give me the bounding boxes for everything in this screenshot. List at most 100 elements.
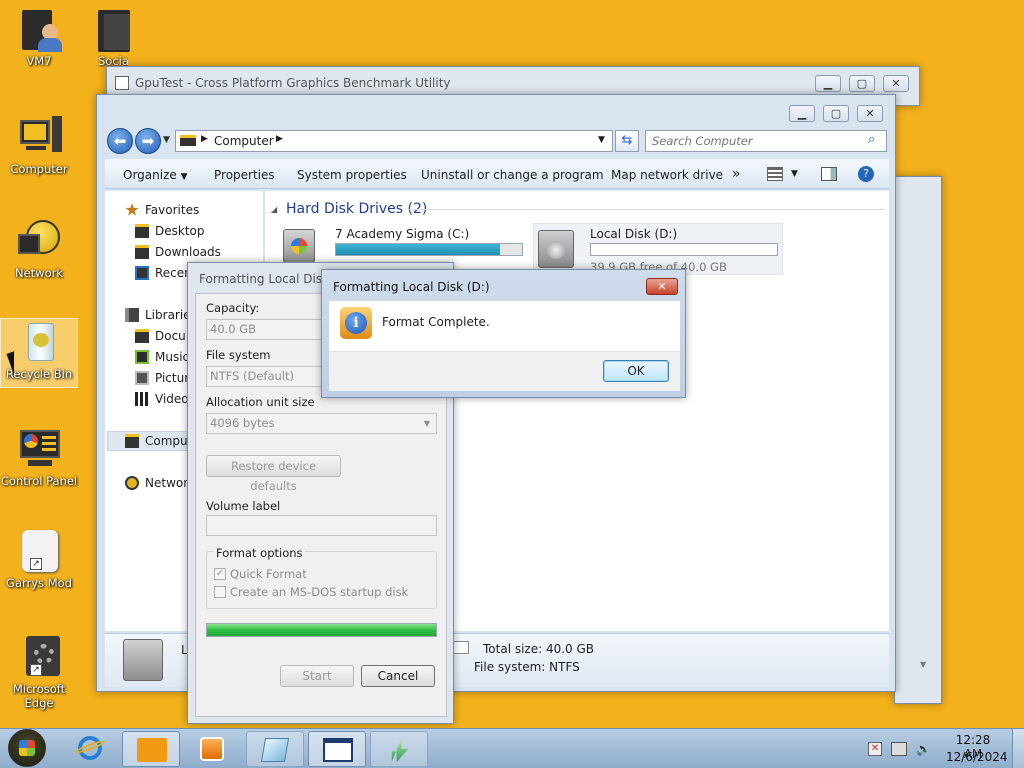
minimize-button[interactable]: ▁ (815, 75, 841, 92)
uninstall-button[interactable]: Uninstall or change a program (421, 168, 604, 182)
nav-videos[interactable]: Videos (135, 391, 195, 407)
taskbar-window[interactable] (308, 731, 366, 767)
taskbar-media-player[interactable] (184, 731, 242, 767)
breadcrumb[interactable]: Computer (214, 134, 274, 148)
view-options-icon[interactable] (767, 167, 783, 181)
maximize-button[interactable]: ▢ (849, 75, 875, 92)
organize-menu[interactable]: Organize ▼ (123, 168, 188, 182)
taskbar-gputest[interactable] (370, 731, 428, 767)
nav-recent[interactable]: Recen (135, 265, 192, 281)
message-text: Format Complete. (382, 315, 490, 329)
desktop-icon-computer[interactable]: Computer (0, 114, 78, 176)
close-button[interactable]: ✕ (646, 278, 678, 295)
libraries-icon (125, 308, 139, 322)
address-dropdown-icon[interactable]: ▼ (598, 135, 605, 145)
hard-drive-icon (538, 230, 574, 268)
ok-button[interactable]: OK (603, 360, 669, 382)
garrys-mod-icon: ↗ (16, 528, 62, 574)
nav-label: Favorites (145, 203, 200, 217)
nav-downloads[interactable]: Downloads (135, 244, 221, 260)
help-icon[interactable]: ? (858, 166, 874, 182)
nav-music[interactable]: Music (135, 349, 189, 365)
nav-documents[interactable]: Docu (135, 328, 186, 344)
more-commands-button[interactable]: » (732, 166, 741, 182)
chevron-down-icon[interactable]: ▼ (791, 169, 798, 179)
folder-icon (90, 6, 136, 52)
search-box[interactable]: ⌕ (645, 130, 887, 152)
allocation-select[interactable]: 4096 bytes ▼ (206, 413, 437, 434)
back-button[interactable]: ⬅ (107, 128, 133, 154)
desktop-folder-icon (135, 224, 149, 238)
scrollbar-arrow-icon[interactable]: ▼ (920, 660, 926, 669)
quick-format-label: Quick Format (230, 567, 307, 581)
details-drive-icon (123, 639, 163, 681)
format-options-label: Format options (214, 546, 305, 560)
taskbar-notepad[interactable] (246, 731, 304, 767)
maximize-button[interactable]: ▢ (823, 105, 849, 122)
nav-favorites[interactable]: Favorites (125, 202, 199, 218)
recent-pages-chevron-icon[interactable]: ▼ (163, 135, 170, 145)
desktop-icon-label: VM7 (26, 54, 52, 68)
section-divider (409, 209, 885, 210)
start-button[interactable]: Start (280, 665, 354, 687)
info-icon: i (340, 307, 372, 339)
nav-computer[interactable]: Comput (125, 433, 192, 449)
close-button[interactable]: ✕ (883, 75, 909, 92)
properties-button[interactable]: Properties (214, 168, 275, 182)
nav-network[interactable]: Network (125, 475, 195, 491)
computer-small-icon (180, 135, 196, 146)
desktop-icon-social-media[interactable]: Social Media (78, 6, 148, 68)
desktop-icon-label: Control Panel (0, 474, 78, 488)
app-icon (115, 76, 129, 90)
computer-icon (16, 114, 62, 160)
network-status-icon[interactable] (891, 742, 907, 756)
quick-format-checkbox[interactable]: ✓ (214, 568, 226, 580)
gputest-icon (391, 738, 409, 762)
details-space-bar (453, 641, 469, 654)
breadcrumb-separator-icon: ▶ (201, 134, 208, 144)
format-complete-dialog[interactable]: Formatting Local Disk (D:) ✕ i Format Co… (321, 269, 686, 398)
minimize-button[interactable]: ▁ (789, 105, 815, 122)
desktop-icon-control-panel[interactable]: Control Panel (0, 426, 78, 488)
preview-pane-icon[interactable] (821, 167, 837, 181)
nav-label: Desktop (155, 224, 205, 238)
chevron-down-icon: ▼ (180, 172, 188, 182)
nav-pictures[interactable]: Pictur (135, 370, 189, 386)
show-desktop-button[interactable] (1012, 729, 1024, 768)
drive-item-d[interactable]: Local Disk (D:) 39.9 GB free of 40.0 GB (533, 223, 783, 275)
file-system-select[interactable]: NTFS (Default) (206, 366, 324, 387)
desktop-icon-microsoft-edge[interactable]: ↗ Microsoft Edge (0, 634, 78, 710)
map-network-drive-button[interactable]: Map network drive (611, 168, 723, 182)
collapse-group-icon[interactable]: ◢ (271, 205, 277, 214)
system-properties-button[interactable]: System properties (297, 168, 407, 182)
section-title[interactable]: Hard Disk Drives (2) (286, 201, 427, 217)
cancel-button[interactable]: Cancel (361, 665, 435, 687)
media-player-icon (200, 737, 224, 761)
volume-muted-icon[interactable]: 🔈 (916, 742, 932, 756)
search-input[interactable] (652, 133, 862, 149)
taskbar-explorer[interactable] (122, 731, 180, 767)
music-icon (135, 350, 149, 364)
close-button[interactable]: ✕ (857, 105, 883, 122)
desktop-icon-vm7[interactable]: VM7 (0, 6, 78, 68)
capacity-label: Capacity: (206, 301, 260, 315)
address-bar[interactable]: ▶ Computer ▶ ▼ (175, 130, 613, 152)
msdos-checkbox[interactable] (214, 586, 226, 598)
format-progress-bar (206, 623, 437, 637)
forward-button[interactable]: ➡ (135, 128, 161, 154)
search-icon[interactable]: ⌕ (868, 132, 875, 147)
volume-label-input[interactable] (206, 515, 437, 536)
desktop-icon-network[interactable]: Network (0, 218, 78, 280)
action-center-icon[interactable]: ✕ (868, 742, 882, 756)
capacity-select[interactable]: 40.0 GB (206, 319, 324, 340)
internet-explorer-icon[interactable] (73, 734, 107, 762)
window-icon (323, 738, 353, 762)
desktop-icon-garrys-mod[interactable]: ↗ Garrys Mod (0, 528, 78, 590)
restore-defaults-button[interactable]: Restore device defaults (206, 455, 341, 493)
nav-desktop[interactable]: Desktop (135, 223, 205, 239)
clock-date[interactable]: 12/6/2024 (946, 750, 1008, 764)
windows-logo-icon (19, 740, 35, 756)
nav-label: Docu (155, 329, 186, 343)
start-button[interactable] (8, 729, 46, 767)
refresh-button[interactable]: ⇆ (615, 130, 639, 152)
